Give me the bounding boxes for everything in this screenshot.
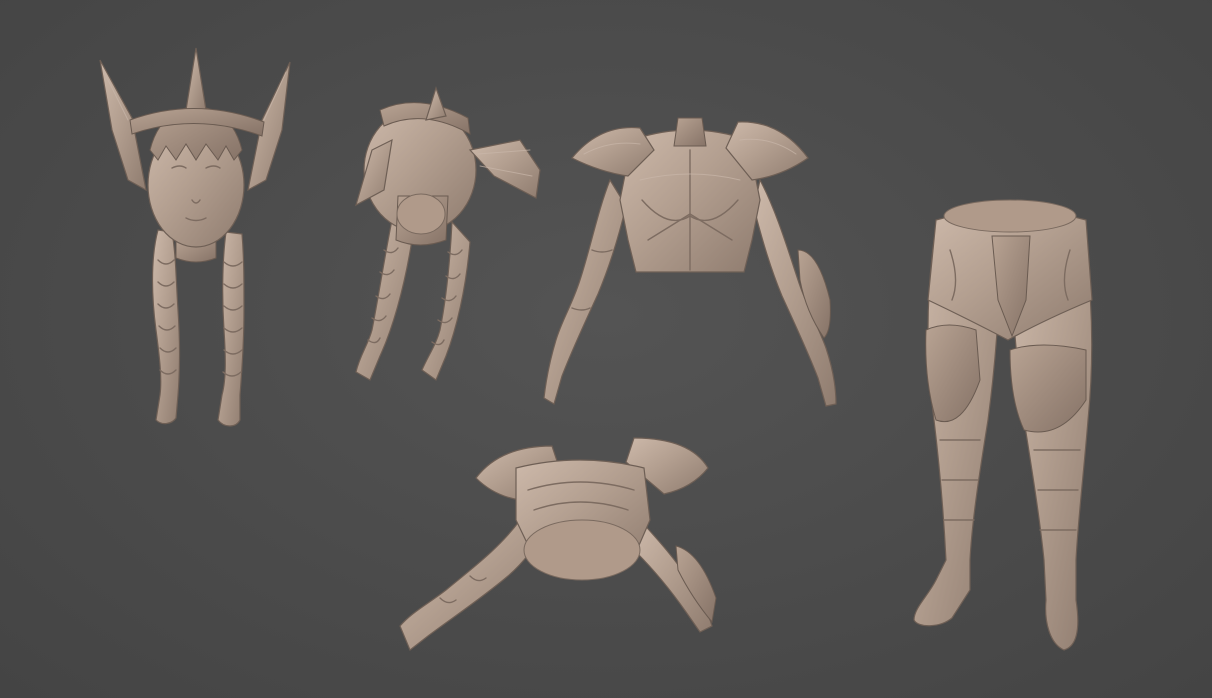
armored-legs-icon[interactable]	[0, 0, 1212, 698]
3d-viewport[interactable]	[0, 0, 1212, 698]
